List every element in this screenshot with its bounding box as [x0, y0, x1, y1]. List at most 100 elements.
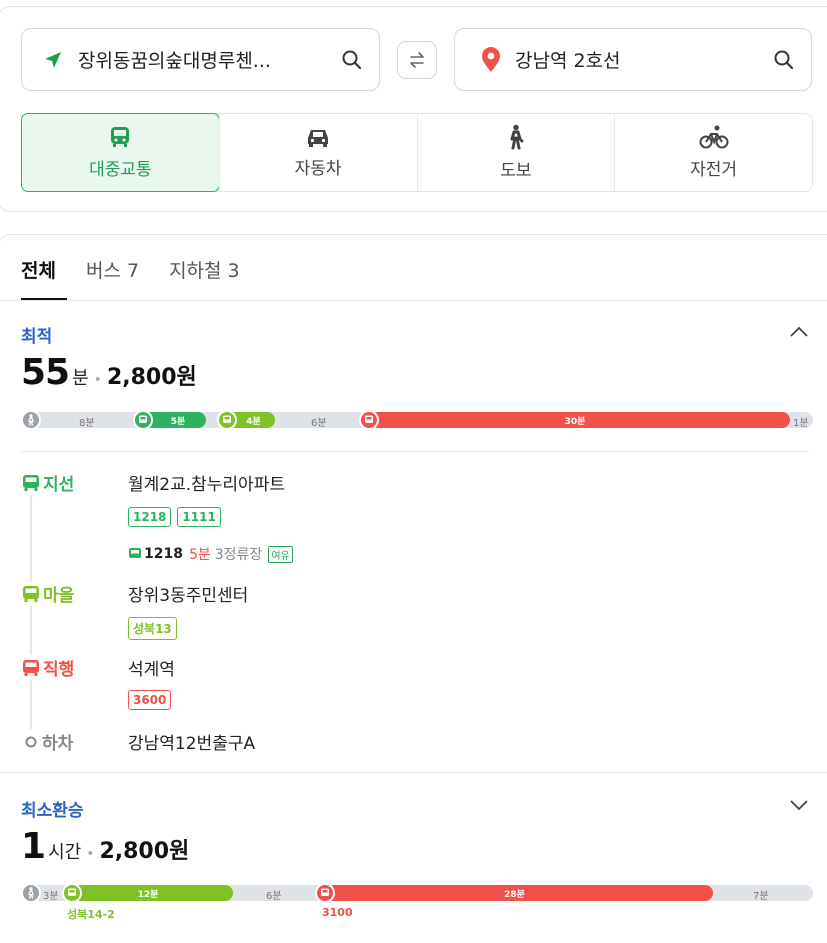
bus-icon — [365, 415, 373, 423]
bus-icon — [68, 888, 76, 896]
step-bus-type: 직행 — [21, 655, 75, 680]
walk-time: 6분 — [311, 418, 327, 429]
bus-icon — [139, 415, 147, 423]
tabs-divider — [0, 300, 827, 301]
bus-icon — [129, 548, 141, 558]
tab-subway[interactable]: 지하철 3 — [169, 256, 240, 283]
bike-icon — [699, 125, 729, 149]
walk-time: 8분 — [79, 418, 95, 429]
duration-unit: 분 — [72, 368, 89, 389]
walk-icon — [510, 124, 524, 150]
bus-type-label: 지선 — [43, 475, 75, 495]
walk-icon — [28, 414, 34, 426]
mode-label: 자동차 — [294, 159, 342, 179]
arrival-info: 1218 5분 3정류장 여유 — [128, 544, 293, 564]
arrival-time: 5분 — [188, 547, 211, 563]
route-label: 최소환승 — [21, 801, 84, 821]
bus-pin — [315, 883, 335, 903]
route-label: 최적 — [21, 327, 53, 347]
segment-bus-3: 30분 — [360, 412, 790, 428]
search-icon[interactable] — [341, 49, 363, 71]
route-summary: 1 시간 • 2,800원 — [21, 826, 189, 867]
segment-bus-1: 12분 — [63, 885, 233, 901]
boarding-stop[interactable]: 월계2교.참누리아파트 — [128, 470, 285, 495]
bus-pin — [359, 410, 379, 430]
circle-marker-icon — [25, 736, 37, 747]
step-bus-type: 마을 — [21, 581, 75, 606]
bus-number-chip[interactable]: 1218 — [128, 507, 172, 527]
walk-time: 1분 — [793, 418, 809, 429]
destination-search-field[interactable]: 강남역 2호선 — [454, 28, 812, 91]
seat-badge: 여유 — [268, 545, 293, 563]
chevron-up-icon[interactable] — [789, 325, 809, 339]
transfer-stop[interactable]: 석계역 — [128, 655, 175, 680]
duration-value: 1 — [21, 826, 46, 867]
car-icon — [308, 130, 329, 147]
swap-icon — [410, 52, 424, 68]
bus-pin — [62, 883, 82, 903]
segment-time: 30분 — [564, 416, 586, 427]
mode-transit[interactable]: 대중교통 — [21, 113, 220, 192]
separator-dot: • — [86, 846, 95, 862]
fare: 2,800원 — [106, 365, 197, 390]
mode-label: 대중교통 — [89, 160, 152, 180]
bus-icon — [111, 127, 130, 147]
segment-bus-2: 28분 — [316, 885, 713, 901]
search-icon[interactable] — [773, 49, 795, 71]
bus-type-label: 직행 — [43, 660, 75, 680]
map-pin-icon — [482, 46, 500, 72]
walk-time: 3분 — [43, 891, 59, 902]
bus-pin — [133, 410, 153, 430]
transport-mode-tabs: 대중교통 자동차 도보 자전거 — [21, 113, 813, 192]
tab-all[interactable]: 전체 — [21, 256, 56, 283]
bus-number-chip[interactable]: 1111 — [177, 507, 221, 527]
bus-number-chips: 1218 1111 — [128, 507, 221, 527]
route-summary: 55 분 • 2,800원 — [21, 352, 197, 393]
walk-start-pin — [21, 410, 41, 430]
mode-label: 도보 — [500, 161, 532, 181]
separator-dot: • — [93, 372, 102, 388]
mode-walk[interactable]: 도보 — [416, 114, 615, 191]
arrival-stops: 3정류장 — [214, 547, 263, 563]
bus-icon — [23, 585, 39, 602]
segment-time: 28분 — [504, 889, 525, 900]
route-section-divider — [0, 772, 827, 773]
segment-time: 4분 — [246, 416, 261, 427]
swap-button[interactable] — [397, 41, 437, 79]
bus-icon — [23, 659, 39, 676]
tab-bus[interactable]: 버스 7 — [86, 256, 139, 283]
bus-number-chip[interactable]: 3600 — [128, 690, 172, 710]
transfer-stop[interactable]: 장위3동주민센터 — [128, 581, 248, 606]
route-timeline-bar: 3분 12분 6분 28분 7분 — [21, 883, 813, 903]
walk-time: 6분 — [266, 891, 282, 902]
bus-number-chips: 성북13 — [128, 617, 177, 640]
alight-label: 하차 — [42, 734, 74, 754]
origin-text: 장위동꿈의숲대명루첸... — [78, 50, 271, 72]
route-timeline-bar: 8분 5분 4분 6분 30분 1분 — [21, 410, 813, 430]
bus-number-chips: 3600 — [128, 690, 172, 710]
bus-pin — [217, 410, 237, 430]
origin-search-field[interactable]: 장위동꿈의숲대명루첸... — [21, 28, 380, 91]
duration-value: 55 — [21, 352, 70, 393]
segment-time: 12분 — [137, 889, 159, 900]
walk-time: 7분 — [753, 891, 769, 902]
bus-icon — [321, 888, 329, 896]
destination-text: 강남역 2호선 — [515, 50, 621, 72]
bus-type-label: 마을 — [43, 586, 75, 606]
location-arrow-icon — [45, 51, 61, 68]
mode-label: 자전거 — [690, 160, 738, 180]
bus-number-chip[interactable]: 성북13 — [128, 617, 177, 640]
mode-bike[interactable]: 자전거 — [614, 114, 812, 191]
destination-stop[interactable]: 강남역12번출구A — [128, 729, 255, 754]
bus-number-label: 3100 — [322, 906, 353, 919]
bus-icon — [223, 415, 231, 423]
fare: 2,800원 — [99, 839, 190, 864]
segment-time: 5분 — [170, 416, 186, 427]
step-bus-type: 지선 — [21, 470, 75, 495]
step-connector-line — [30, 490, 32, 730]
duration-unit: 시간 — [48, 842, 82, 863]
mode-car[interactable]: 자동차 — [218, 114, 417, 191]
chevron-down-icon[interactable] — [789, 798, 809, 812]
walk-icon — [28, 887, 34, 899]
bus-number-label: 성북14-2 — [67, 908, 115, 921]
